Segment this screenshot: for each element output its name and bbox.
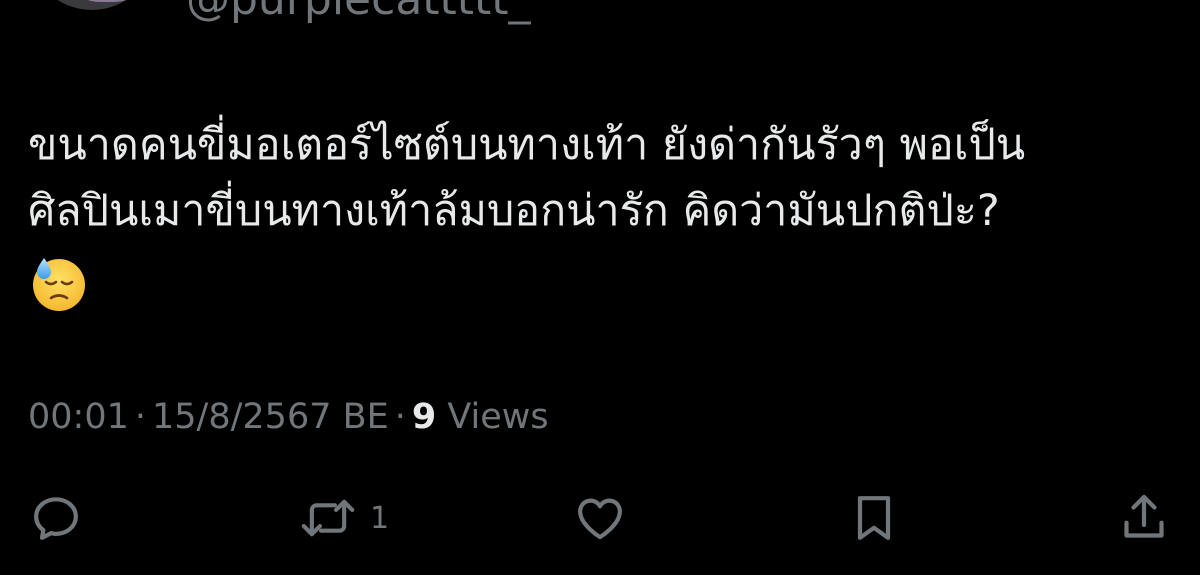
tweet-text: ขนาดคนขี่มอเตอร์ไซต์บนทางเท้า ยังด่ากันร…: [28, 112, 1178, 244]
action-bar: 1: [0, 488, 1200, 548]
tweet-time[interactable]: 00:01: [28, 397, 129, 437]
views-label[interactable]: Views: [447, 397, 548, 437]
bookmark-icon: [857, 496, 891, 540]
bookmark-button[interactable]: [846, 488, 902, 548]
retweet-count: 1: [370, 500, 390, 536]
share-button[interactable]: [1116, 488, 1172, 548]
avatar-image: [76, 0, 138, 2]
like-icon: [578, 498, 622, 540]
reply-button[interactable]: [28, 488, 84, 548]
reply-icon: [34, 497, 78, 540]
retweet-button[interactable]: 1: [298, 488, 389, 548]
retweet-icon: [301, 499, 355, 537]
tweet-meta: 00:01 · 15/8/2567 BE · 9 Views: [28, 392, 549, 442]
tweet-text-line: ขนาดคนขี่มอเตอร์ไซต์บนทางเท้า ยังด่ากันร…: [28, 120, 1026, 170]
meta-separator: ·: [134, 397, 147, 437]
avatar[interactable]: [28, 0, 156, 10]
like-button[interactable]: [572, 488, 628, 548]
author-handle[interactable]: @purplecattttt_: [186, 0, 531, 25]
tweet-text-line: ศิลปินเมาขี่บนทางเท้าล้มบอกน่ารัก คิดว่า…: [28, 186, 1000, 236]
downcast-face-with-sweat-icon: [33, 258, 85, 311]
tweet-date[interactable]: 15/8/2567 BE: [152, 397, 389, 437]
share-icon: [1124, 494, 1164, 538]
views-count[interactable]: 9: [412, 397, 436, 437]
meta-separator: ·: [394, 397, 406, 437]
